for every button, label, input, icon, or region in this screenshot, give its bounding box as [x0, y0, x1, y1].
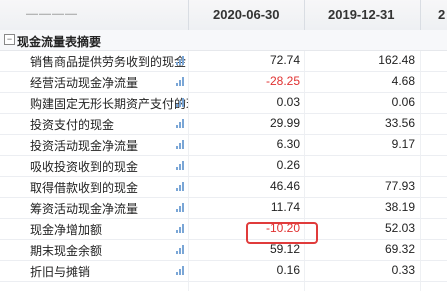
bar-chart-icon[interactable] [176, 76, 186, 86]
row-label: 吸收投资收到的现金 [30, 160, 139, 174]
row-label: 现金净增加额 [30, 223, 103, 237]
cell-2020-06-30: 0.03 [276, 95, 300, 109]
row-label: 筹资活动现金净流量 [30, 202, 139, 216]
cell-2020-06-30: 0.26 [276, 158, 300, 172]
table-row[interactable]: 取得借款收到的现金 46.46 77.93 [0, 176, 447, 198]
bar-chart-icon[interactable] [176, 244, 186, 254]
row-label: 投资支付的现金 [30, 118, 115, 132]
table-row[interactable]: 经营活动现金净流量 -28.25 4.68 [0, 71, 447, 93]
cell-2019-12-31: 77.93 [384, 179, 415, 193]
bar-chart-icon[interactable] [176, 265, 186, 275]
table-row[interactable]: 投资活动现金净流量 6.30 9.17 [0, 134, 447, 156]
cell-2019-12-31: 69.32 [384, 242, 415, 256]
bar-chart-icon[interactable] [176, 118, 186, 128]
row-label: 购建固定无形长期资产支付的现金 [30, 97, 188, 111]
highlight-annotation-box [246, 222, 318, 244]
cell-2020-06-30: 59.12 [269, 242, 300, 256]
cell-2019-12-31: 9.17 [391, 137, 415, 151]
row-label: 经营活动现金净流量 [30, 76, 139, 90]
header-cut-label: ———— [26, 6, 78, 20]
collapse-toggle-icon[interactable]: − [4, 34, 15, 45]
bar-chart-icon[interactable] [176, 97, 186, 107]
cell-2019-12-31: 33.56 [384, 116, 415, 130]
cell-2019-12-31: 4.68 [391, 74, 415, 88]
section-title: 现金流量表摘要 [17, 35, 102, 49]
cell-2020-06-30: -28.25 [265, 74, 300, 88]
cell-2020-06-30: 29.99 [269, 116, 300, 130]
column-divider [188, 0, 189, 30]
row-label: 取得借款收到的现金 [30, 181, 139, 195]
cell-2019-12-31: 162.48 [378, 53, 415, 67]
cell-2020-06-30: 6.30 [276, 137, 300, 151]
cell-2020-06-30: 46.46 [269, 179, 300, 193]
table-row[interactable]: 期末现金余额 59.12 69.32 [0, 239, 447, 261]
cell-2019-12-31: 52.03 [384, 221, 415, 235]
column-divider [304, 0, 305, 30]
bar-chart-icon[interactable] [176, 55, 186, 65]
column-header-2020-06-30[interactable]: 2020-06-30 [213, 7, 280, 22]
bar-chart-icon[interactable] [176, 202, 186, 212]
cell-2019-12-31: 0.33 [391, 263, 415, 277]
table-row[interactable]: 购建固定无形长期资产支付的现金 0.03 0.06 [0, 92, 447, 114]
bar-chart-icon[interactable] [176, 223, 186, 233]
cell-2020-06-30: 72.74 [269, 53, 300, 67]
table-row[interactable]: 筹资活动现金净流量 11.74 38.19 [0, 197, 447, 219]
bar-chart-icon[interactable] [176, 181, 186, 191]
row-label: 销售商品提供劳务收到的现金 [30, 55, 187, 69]
column-header-2019-12-31[interactable]: 2019-12-31 [328, 7, 395, 22]
table-row[interactable]: 投资支付的现金 29.99 33.56 [0, 113, 447, 135]
column-header-partial[interactable]: 2 [438, 7, 445, 22]
bar-chart-icon[interactable] [176, 139, 186, 149]
cell-2019-12-31: 38.19 [384, 200, 415, 214]
cell-2019-12-31: 0.06 [391, 95, 415, 109]
table-row[interactable]: 销售商品提供劳务收到的现金 72.74 162.48 [0, 50, 447, 72]
table-row[interactable]: 折旧与摊销 0.16 0.33 [0, 260, 447, 282]
column-divider [420, 0, 421, 30]
row-label: 投资活动现金净流量 [30, 139, 139, 153]
row-label: 折旧与摊销 [30, 265, 91, 279]
table-row[interactable]: 吸收投资收到的现金 0.26 [0, 155, 447, 177]
cell-2020-06-30: 0.16 [276, 263, 300, 277]
table-header: ———— 2020-06-30 2019-12-31 2 [0, 0, 447, 31]
cell-2020-06-30: 11.74 [270, 200, 300, 214]
row-label: 期末现金余额 [30, 244, 103, 258]
table-row[interactable]: 现金净增加额 -10.20 52.03 [0, 218, 447, 240]
section-cashflow-summary[interactable]: − 现金流量表摘要 [0, 30, 447, 51]
bar-chart-icon[interactable] [176, 160, 186, 170]
